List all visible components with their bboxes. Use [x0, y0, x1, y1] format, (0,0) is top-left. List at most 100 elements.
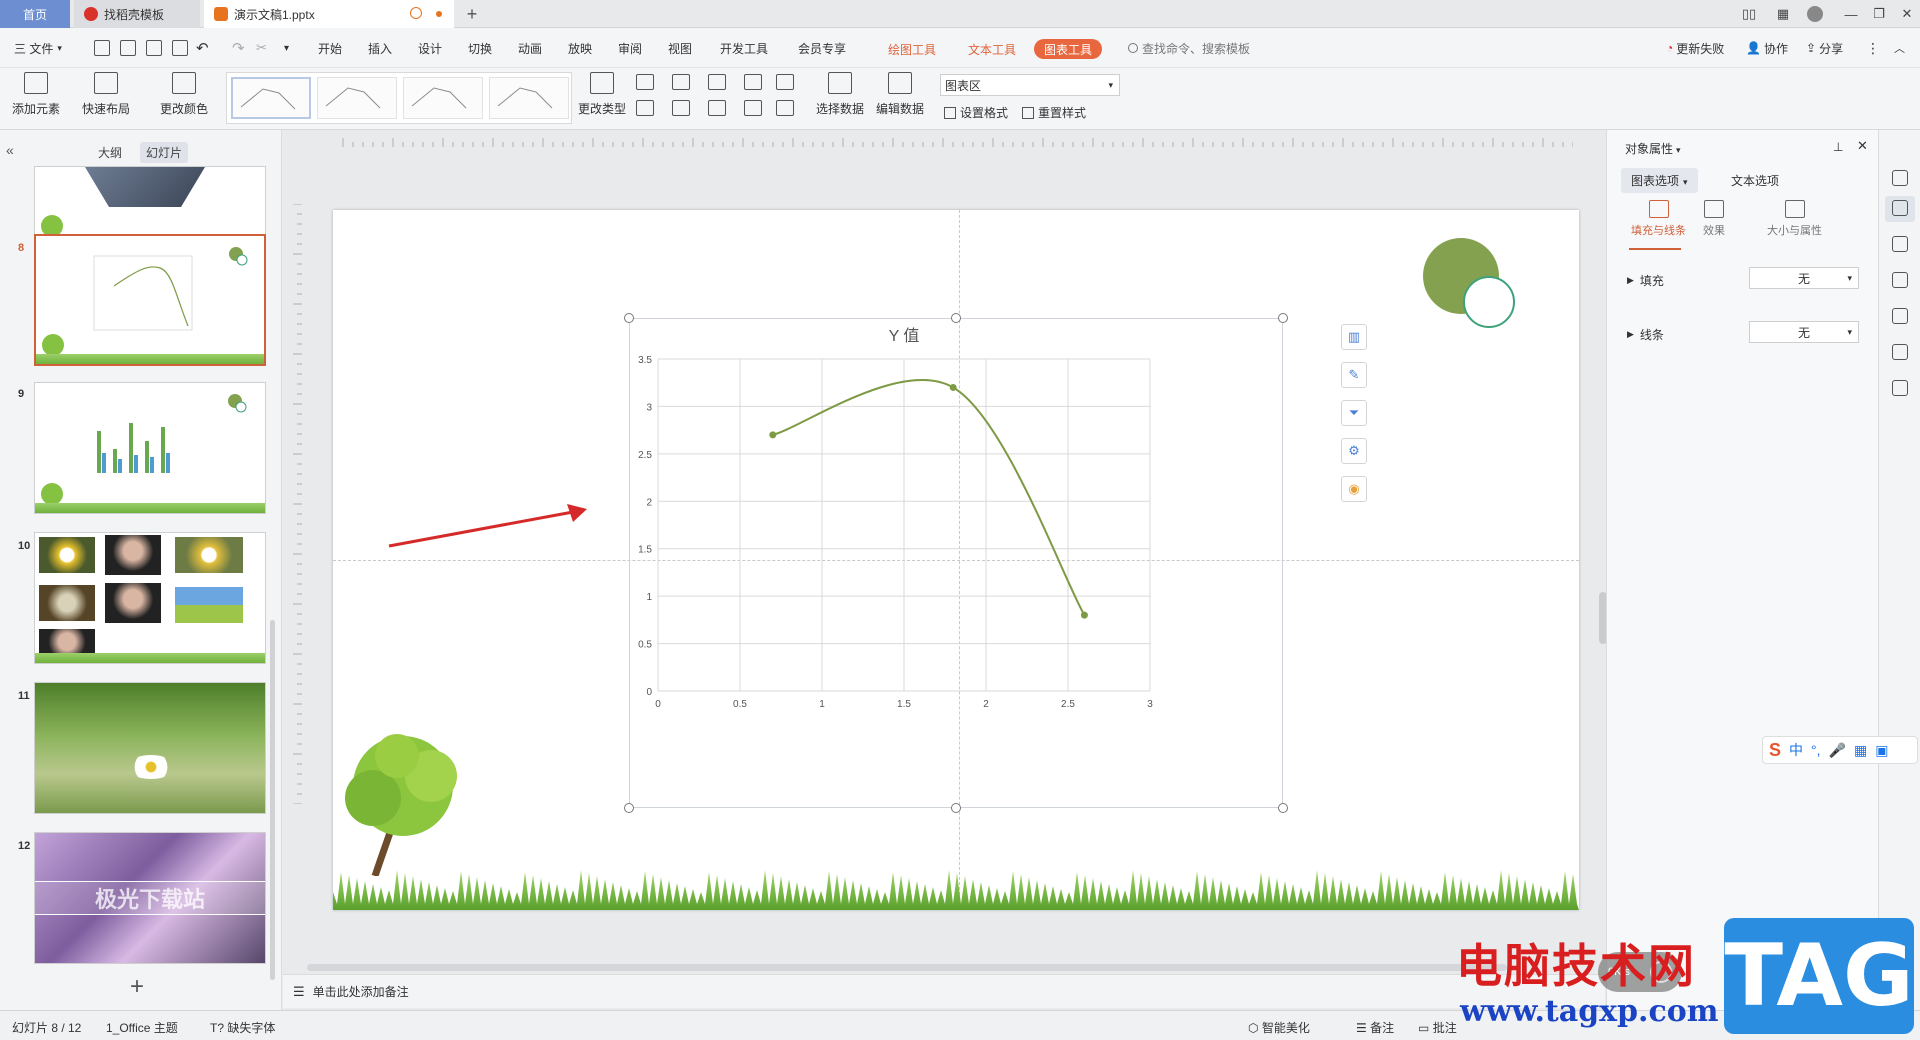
pie-chart-icon[interactable]	[708, 100, 726, 116]
pin-icon[interactable]: ⊥	[1833, 140, 1843, 154]
design-icon[interactable]	[1892, 170, 1908, 186]
toolbox-icon[interactable]: ▣	[1875, 742, 1888, 759]
menu-home[interactable]: 开始	[318, 39, 342, 57]
transition-icon[interactable]	[1892, 272, 1908, 288]
chart-filter-button[interactable]: ⏷	[1341, 400, 1367, 426]
comments-toggle[interactable]: ▭ 批注	[1418, 1019, 1457, 1036]
subtab-effects[interactable]: 效果	[1703, 200, 1725, 238]
share-button[interactable]: ⇪ 分享	[1806, 39, 1843, 57]
microphone-icon[interactable]: 🎤	[1829, 742, 1846, 759]
print-preview-icon[interactable]	[172, 40, 188, 56]
sliders-icon[interactable]	[1892, 200, 1908, 216]
chart-style-3[interactable]	[403, 77, 483, 119]
slide-thumb-12[interactable]: 极光下载站	[34, 832, 266, 964]
format-painter-icon[interactable]: ✂	[256, 39, 267, 57]
column-chart-icon[interactable]	[636, 74, 654, 90]
chart-style-1[interactable]	[231, 77, 311, 119]
chart-elements-button[interactable]: ▥	[1341, 324, 1367, 350]
smart-beautify-button[interactable]: ⬡ 智能美化	[1248, 1019, 1310, 1036]
export-pdf-icon[interactable]	[120, 40, 136, 56]
redo-icon[interactable]: ↷	[232, 39, 245, 57]
undo-icon[interactable]: ↶	[196, 39, 209, 57]
data-point[interactable]	[769, 431, 777, 439]
panel-scrollbar[interactable]	[270, 620, 275, 980]
add-element-button[interactable]: 添加元素	[12, 72, 60, 117]
change-color-button[interactable]: 更改颜色	[160, 72, 208, 117]
menu-design[interactable]: 设计	[418, 39, 442, 57]
animation-icon[interactable]	[1892, 236, 1908, 252]
line-select[interactable]: 无 ▾	[1749, 321, 1859, 343]
resize-handle-n[interactable]	[951, 313, 961, 323]
change-type-button[interactable]: 更改类型	[578, 72, 626, 117]
bar-chart-icon[interactable]	[672, 74, 690, 90]
set-format-button[interactable]: 设置格式	[944, 104, 1008, 121]
resize-handle-s[interactable]	[951, 803, 961, 813]
tab-outline[interactable]: 大纲	[92, 142, 128, 163]
chart-style-2[interactable]	[317, 77, 397, 119]
chart-title[interactable]: Y 值	[889, 327, 920, 345]
chart-style-4[interactable]	[489, 77, 569, 119]
slide-thumb-9[interactable]	[34, 382, 266, 514]
area-chart-icon[interactable]	[636, 100, 654, 116]
subtab-size-properties[interactable]: 大小与属性	[1767, 200, 1822, 238]
help-book-icon[interactable]	[1892, 380, 1908, 396]
tab-slides[interactable]: 幻灯片	[140, 142, 189, 163]
more-icon[interactable]: ⋮	[1866, 39, 1880, 57]
subtab-fill-line[interactable]: 填充与线条	[1631, 200, 1686, 238]
slide-thumb-11[interactable]	[34, 682, 266, 814]
quick-layout-button[interactable]: 快速布局	[82, 72, 130, 117]
menu-developer[interactable]: 开发工具	[720, 39, 768, 57]
menu-slideshow[interactable]: 放映	[568, 39, 592, 57]
tab-text-options[interactable]: 文本选项	[1721, 168, 1789, 193]
tab-drawing-tools[interactable]: 绘图工具	[878, 39, 946, 59]
location-icon[interactable]	[1892, 344, 1908, 360]
theme-name[interactable]: 1_Office 主题	[106, 1019, 178, 1036]
command-search[interactable]: 查找命令、搜索模板	[1128, 39, 1250, 57]
line-section-toggle[interactable]: ▶ 线条	[1627, 326, 1664, 343]
decorative-ring[interactable]	[1463, 276, 1515, 328]
radar-chart-icon[interactable]	[744, 74, 762, 90]
avatar[interactable]	[1798, 0, 1832, 28]
ime-toolbar[interactable]: S 中 °, 🎤 ▦ ▣	[1762, 736, 1918, 764]
keyboard-icon[interactable]: ▦	[1854, 742, 1867, 759]
resize-handle-sw[interactable]	[624, 803, 634, 813]
series-line[interactable]	[772, 379, 1086, 616]
panel-title[interactable]: 对象属性 ▾	[1625, 140, 1681, 157]
layout-toggle-icon[interactable]: ▯▯	[1732, 0, 1766, 28]
missing-font-button[interactable]: T? 缺失字体	[210, 1019, 275, 1036]
resize-handle-nw[interactable]	[624, 313, 634, 323]
notes-area[interactable]: ☰ 单击此处添加备注	[283, 974, 1605, 1008]
resize-handle-se[interactable]	[1278, 803, 1288, 813]
backup-icon[interactable]	[1892, 308, 1908, 324]
data-point[interactable]	[949, 383, 957, 391]
combo-chart-icon[interactable]	[672, 100, 690, 116]
chart-styles-button[interactable]: ✎	[1341, 362, 1367, 388]
menu-review[interactable]: 审阅	[618, 39, 642, 57]
save-icon[interactable]	[94, 40, 110, 56]
tab-text-tools[interactable]: 文本工具	[958, 39, 1026, 59]
resize-handle-ne[interactable]	[1278, 313, 1288, 323]
tree-image[interactable]	[333, 726, 483, 876]
data-point[interactable]	[1080, 611, 1088, 619]
tab-home[interactable]: 首页	[0, 0, 70, 28]
horizontal-scrollbar[interactable]	[307, 962, 1577, 972]
tab-chart-tools[interactable]: 图表工具	[1034, 39, 1103, 59]
chart-object[interactable]: Y 值 0 0.5 1 1.5 2 2.5 3 0 0.5 1 1.5 2 2.5 3 3.5	[629, 318, 1283, 808]
menu-transition[interactable]: 切换	[468, 39, 492, 57]
quick-access-more-icon[interactable]: ▾	[284, 39, 289, 57]
tab-chart-options[interactable]: 图表选项 ▾	[1621, 168, 1698, 193]
menu-animation[interactable]: 动画	[518, 39, 542, 57]
ime-mode[interactable]: 中	[1789, 740, 1803, 760]
slide-thumb-8[interactable]	[34, 234, 266, 366]
tab-document[interactable]: 演示文稿1.pptx	[204, 0, 454, 28]
menu-membership[interactable]: 会员专享	[798, 39, 846, 57]
line-chart-icon[interactable]	[708, 74, 726, 90]
file-menu[interactable]: 三 文件 ▾	[14, 39, 62, 57]
new-tab-button[interactable]: +	[460, 0, 484, 28]
apps-grid-icon[interactable]: ▦	[1766, 0, 1800, 28]
print-icon[interactable]	[146, 40, 162, 56]
more-charts-icon[interactable]	[776, 100, 794, 116]
select-data-button[interactable]: 选择数据	[816, 72, 864, 117]
add-slide-button[interactable]: +	[130, 973, 144, 1001]
slide-thumb-10[interactable]	[34, 532, 266, 664]
